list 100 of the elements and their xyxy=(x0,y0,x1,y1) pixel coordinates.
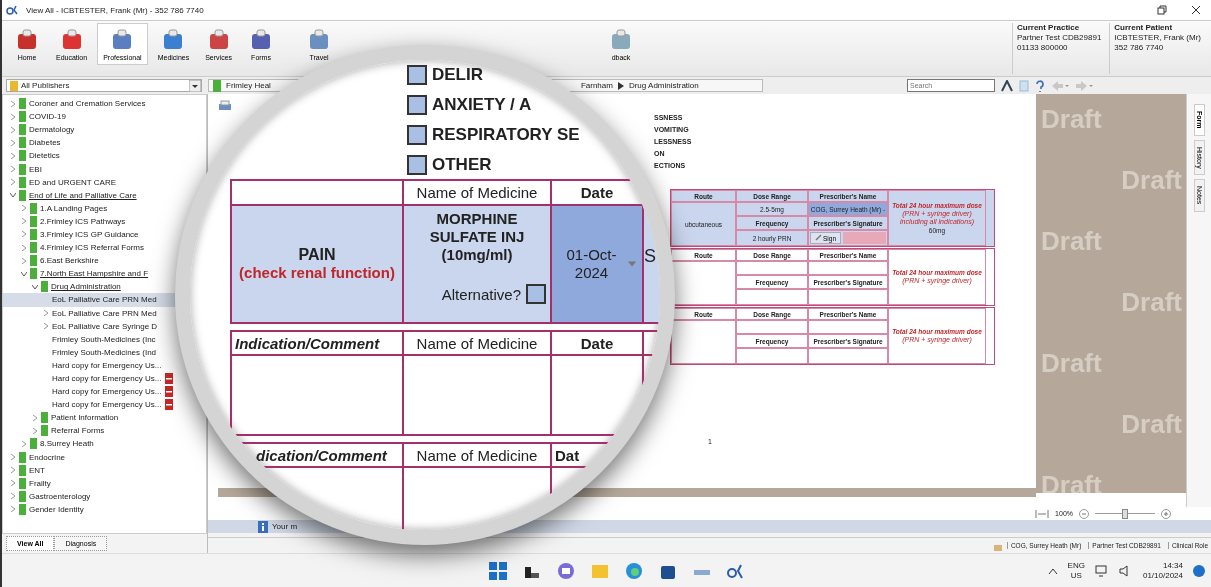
collapsed-icon[interactable] xyxy=(20,205,27,212)
collapsed-icon[interactable] xyxy=(9,493,16,500)
chat-icon[interactable] xyxy=(556,560,576,581)
collapsed-icon[interactable] xyxy=(9,467,16,474)
collapsed-icon[interactable] xyxy=(20,231,27,238)
tree-item[interactable]: 2.Frimley ICS Pathways xyxy=(3,214,126,228)
document-icon[interactable] xyxy=(1019,79,1029,92)
practice-phone: 01133 800000 xyxy=(1017,43,1069,53)
zoom-in-icon[interactable] xyxy=(1161,508,1171,519)
slider-thumb[interactable] xyxy=(1122,508,1128,519)
checkbox-label: DELIR xyxy=(432,65,483,85)
tree-item[interactable]: Hard copy for Emergency Us... xyxy=(3,398,174,412)
expanded-icon[interactable] xyxy=(31,283,38,290)
zoom-out-icon[interactable] xyxy=(1079,508,1089,519)
tree-item[interactable]: Diabetes xyxy=(3,136,61,150)
language-indicator[interactable]: ENG US xyxy=(1067,560,1085,581)
filter-icon[interactable] xyxy=(1001,79,1013,92)
table-header: Name of Medicine xyxy=(404,332,552,356)
tree-item[interactable]: 3.Frimley ICS GP Guidance xyxy=(3,227,139,242)
collapsed-icon[interactable] xyxy=(20,244,27,251)
table-cell xyxy=(736,348,808,364)
date-picker[interactable]: 01-Oct-2024 xyxy=(552,206,644,324)
fit-width-icon[interactable] xyxy=(1035,508,1050,519)
collapsed-icon[interactable] xyxy=(9,179,16,186)
checkbox[interactable] xyxy=(526,284,546,304)
collapsed-icon[interactable] xyxy=(9,480,16,487)
collapsed-icon[interactable] xyxy=(42,310,49,317)
chevron-up-icon[interactable] xyxy=(1047,566,1058,575)
section-label: PAIN xyxy=(298,246,336,264)
table-header: Indication/Comment xyxy=(232,332,404,356)
tree-item[interactable]: Frailty xyxy=(3,476,51,490)
tree-item[interactable]: Dermatology xyxy=(3,123,75,137)
collapsed-icon[interactable] xyxy=(9,454,16,461)
expanded-icon[interactable] xyxy=(9,192,16,199)
expanded-icon[interactable] xyxy=(20,270,27,277)
breadcrumb-item[interactable]: Frimley Heal xyxy=(226,81,271,90)
tree-item[interactable]: COVID-19 xyxy=(3,110,66,124)
tree-item[interactable]: Hard copy for Emergency Us... xyxy=(3,385,174,399)
breadcrumb-item[interactable]: Farnham xyxy=(580,81,613,90)
checkbox[interactable] xyxy=(407,155,427,175)
tree-item[interactable]: EoL Palliative Care Syringe D xyxy=(3,319,158,333)
checkbox[interactable] xyxy=(407,95,427,115)
collapsed-icon[interactable] xyxy=(9,506,16,513)
tree-item[interactable]: Gender Identity xyxy=(3,502,84,516)
collapsed-icon[interactable] xyxy=(20,257,27,264)
tree-item[interactable]: End of Life and Palliative Care xyxy=(3,188,137,202)
dropdown-icon[interactable] xyxy=(189,79,201,92)
collapsed-icon[interactable] xyxy=(31,414,38,421)
back-icon[interactable] xyxy=(1051,79,1069,92)
collapsed-icon[interactable] xyxy=(31,427,38,434)
printer-icon[interactable] xyxy=(218,100,232,112)
section-note: (check renal function) xyxy=(239,264,395,282)
collapsed-icon[interactable] xyxy=(9,166,16,172)
tree-item[interactable]: Hard copy for Emergency Us... xyxy=(3,358,162,372)
tree-item[interactable]: Frimley South-Medicines (Ind xyxy=(3,345,157,359)
tree-item[interactable]: Patient Information xyxy=(3,411,119,425)
browser-icon[interactable] xyxy=(624,560,644,581)
pdf-icon xyxy=(165,373,174,384)
tree-item[interactable]: Coroner and Cremation Services xyxy=(3,97,146,111)
table-cell xyxy=(736,261,808,275)
tree-item[interactable]: Referral Forms xyxy=(3,424,105,438)
collapsed-icon[interactable] xyxy=(9,139,16,146)
publisher-dropdown[interactable]: All Publishers xyxy=(6,79,202,92)
collapsed-icon[interactable] xyxy=(42,323,49,330)
pdf-icon xyxy=(165,399,174,411)
start-icon[interactable] xyxy=(488,560,508,581)
forward-icon[interactable] xyxy=(1075,79,1093,92)
collapsed-icon[interactable] xyxy=(9,152,16,159)
network-icon[interactable] xyxy=(1094,564,1109,577)
tree-item[interactable]: EBI xyxy=(3,162,42,176)
help-icon[interactable] xyxy=(1035,79,1045,92)
restore-icon[interactable] xyxy=(1157,5,1167,15)
checkbox[interactable] xyxy=(407,125,427,145)
collapsed-icon[interactable] xyxy=(9,100,16,107)
tree-item[interactable]: ENT xyxy=(3,463,45,477)
tree-item[interactable]: 6.East Berkshire xyxy=(3,254,99,268)
caret-icon[interactable] xyxy=(627,261,636,267)
tree-item[interactable]: EoL Palliative Care PRN Med xyxy=(3,306,157,320)
tree-item[interactable]: Dietetics xyxy=(3,149,60,163)
signature-field[interactable] xyxy=(843,232,886,244)
close-icon[interactable] xyxy=(1191,5,1201,15)
tree-item[interactable]: Drug Administration xyxy=(3,280,121,294)
tree-item[interactable]: 4.Frimley ICS Referral Forms xyxy=(3,241,144,255)
tree-item[interactable]: 8.Surrey Heath xyxy=(3,437,94,451)
clock[interactable]: 14:34 01/10/2024 xyxy=(1142,560,1183,581)
tree-item[interactable]: Gastroenterology xyxy=(3,489,91,503)
tree-item[interactable]: Endocrine xyxy=(3,450,66,464)
tree-item[interactable]: ED and URGENT CARE xyxy=(3,175,116,189)
collapsed-icon[interactable] xyxy=(20,218,27,225)
tree-item[interactable]: Hard copy for Emergency Us... xyxy=(3,371,174,386)
collapsed-icon[interactable] xyxy=(20,441,27,447)
collapsed-icon[interactable] xyxy=(9,113,16,120)
notification-icon[interactable] xyxy=(1193,564,1205,577)
tree-item[interactable]: Frimley South-Medicines (Inc xyxy=(3,332,156,346)
tree-item[interactable]: 7.North East Hampshire and F xyxy=(3,267,149,281)
collapsed-icon[interactable] xyxy=(9,126,16,133)
breadcrumb-item[interactable]: Drug Administration xyxy=(628,81,699,90)
checkbox[interactable] xyxy=(407,65,427,85)
table-header: Name of Medicine xyxy=(404,444,552,468)
tree-item[interactable]: 1.A Landing Pages xyxy=(3,201,108,215)
